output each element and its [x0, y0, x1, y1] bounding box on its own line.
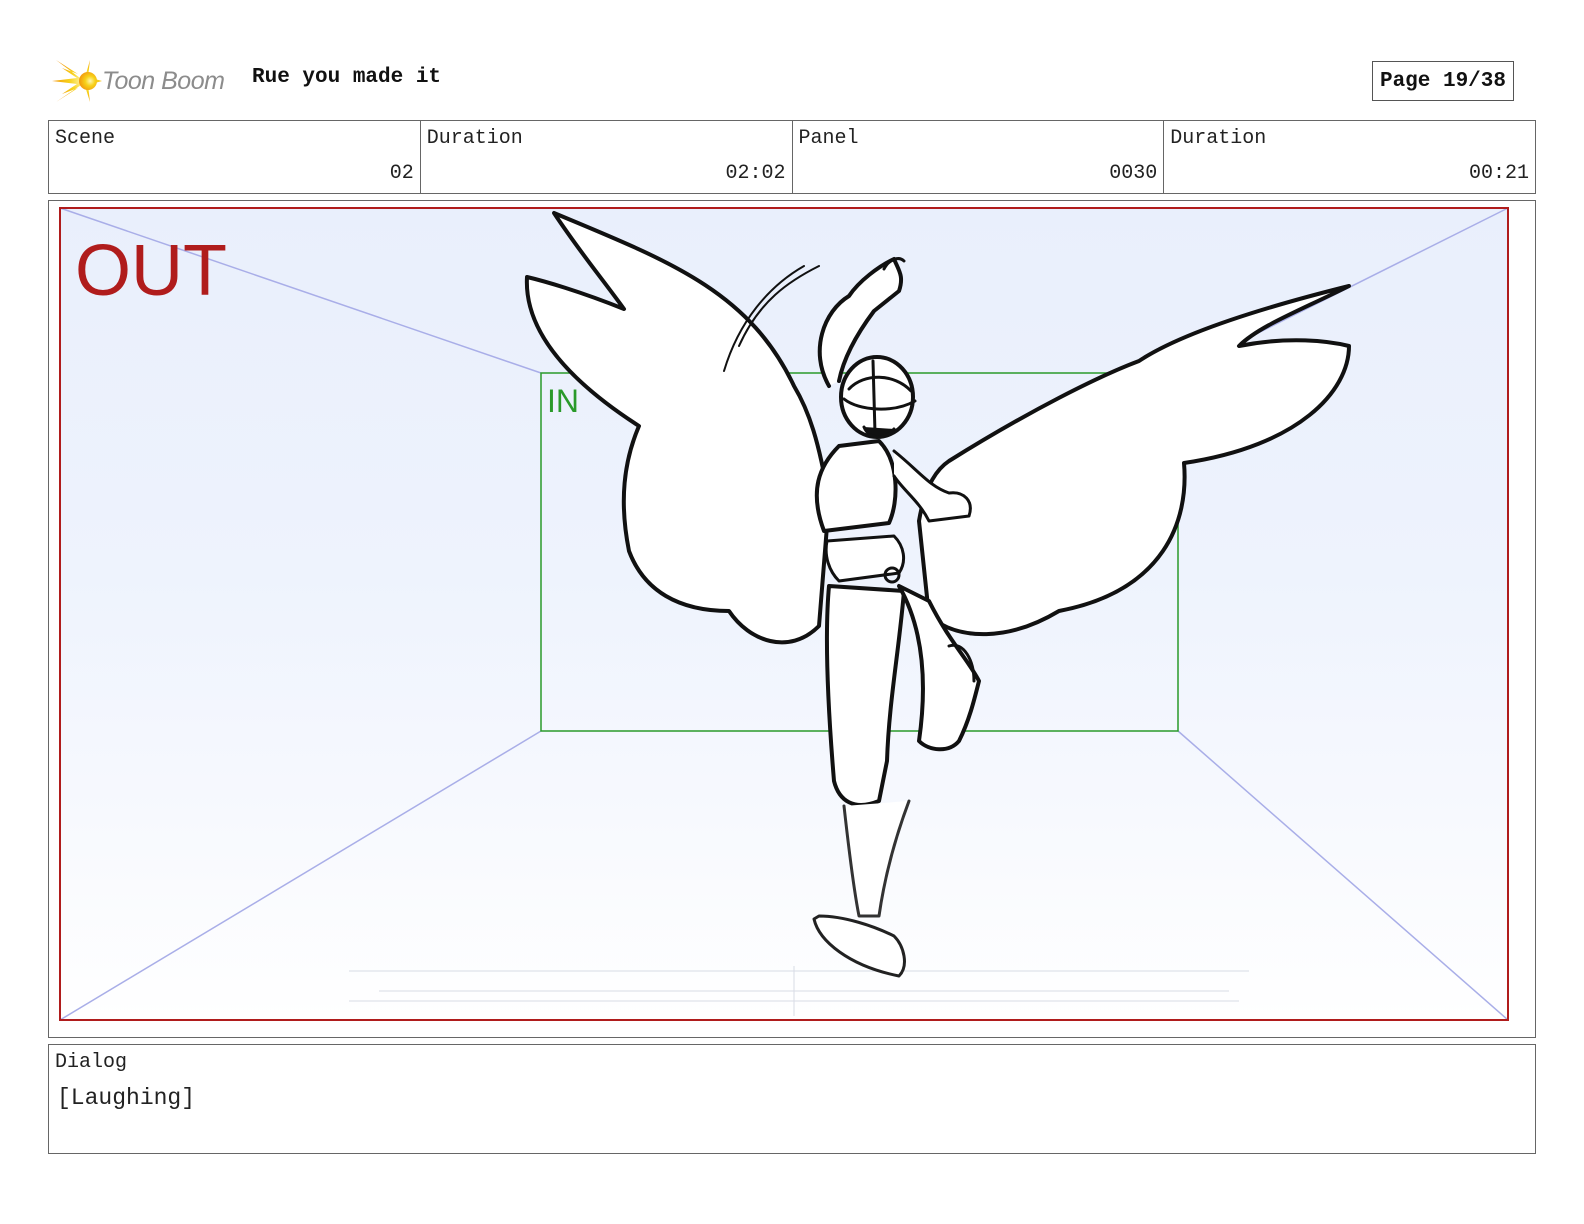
dialog-label: Dialog: [55, 1051, 128, 1074]
in-label: IN: [547, 383, 579, 419]
panel-label: Panel: [798, 127, 859, 150]
scene-duration-label: Duration: [426, 127, 523, 150]
storyboard-title: Rue you made it: [252, 66, 442, 89]
panel-drawing: OUT IN: [59, 207, 1509, 1021]
dialog-box: Dialog [Laughing]: [48, 1044, 1536, 1154]
page-indicator: Page 19/38: [1371, 61, 1514, 101]
panel-duration-value: 00:21: [1468, 162, 1529, 185]
panel-duration-label: Duration: [1170, 127, 1267, 150]
scene-value: 02: [389, 162, 414, 185]
scene-duration-cell: Duration 02:02: [421, 121, 793, 193]
logo-text: Toon Boom: [102, 66, 225, 95]
dialog-text: [Laughing]: [57, 1085, 196, 1111]
toon-boom-logo: Toon Boom: [52, 56, 242, 106]
scene-info-table: Scene 02 Duration 02:02 Panel 0030 Durat…: [48, 120, 1536, 194]
scene-duration-value: 02:02: [725, 162, 786, 185]
starburst-icon: [52, 60, 102, 102]
panel-cell: Panel 0030: [793, 121, 1165, 193]
scene-cell: Scene 02: [49, 121, 421, 193]
header: Toon Boom Rue you made it Page 19/38: [52, 56, 1532, 106]
scene-label: Scene: [55, 127, 116, 150]
storyboard-panel: OUT IN: [48, 200, 1536, 1038]
panel-duration-cell: Duration 00:21: [1164, 121, 1535, 193]
panel-value: 0030: [1109, 162, 1158, 185]
out-label: OUT: [75, 231, 227, 311]
